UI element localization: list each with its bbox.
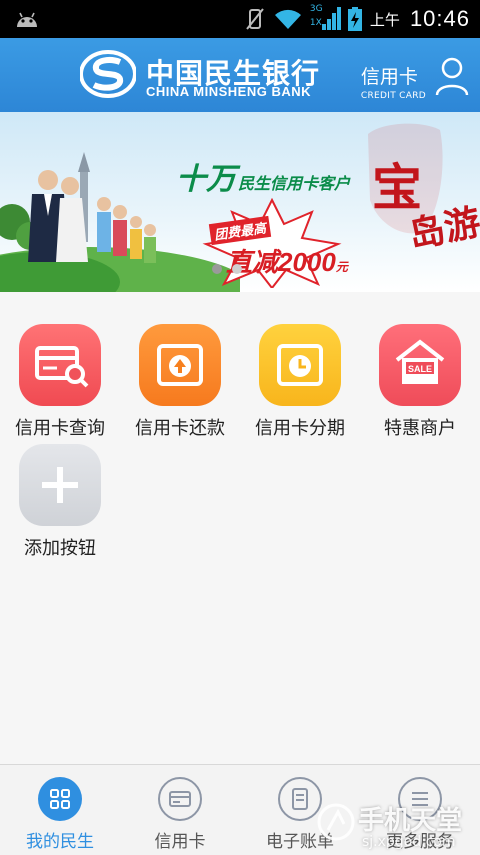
pagination-dot[interactable] bbox=[232, 264, 242, 274]
tile-label: 信用卡还款 bbox=[135, 418, 225, 439]
grid-icon bbox=[38, 777, 82, 821]
tile-add-button[interactable]: 添加按钮 bbox=[0, 444, 120, 560]
tile-card-installment[interactable]: 信用卡分期 bbox=[240, 324, 360, 440]
site-watermark: 手机天堂 sj.xpgod.com bbox=[316, 800, 476, 854]
banner-pagination bbox=[212, 264, 242, 274]
watermark-logo-icon bbox=[317, 803, 355, 841]
network-type: 3G bbox=[309, 4, 323, 14]
signal-icon bbox=[321, 7, 341, 30]
svg-text:SALE: SALE bbox=[408, 364, 432, 374]
minsheng-logo-icon bbox=[80, 50, 136, 98]
pagination-dot[interactable] bbox=[212, 264, 222, 274]
wifi-icon bbox=[274, 9, 301, 29]
card-search-icon bbox=[19, 324, 101, 406]
brand-name-en: CHINA MINSHENG BANK bbox=[146, 84, 312, 99]
banner-slogan: 十万 bbox=[176, 162, 236, 197]
watermark-line-1: 手机天堂 bbox=[358, 806, 463, 836]
nav-label: 我的民生 bbox=[26, 832, 94, 852]
android-icon bbox=[17, 12, 37, 27]
repay-upload-icon bbox=[139, 324, 221, 406]
status-bar: 3G 1X 上午 10:46 bbox=[0, 0, 480, 38]
plus-icon bbox=[19, 444, 101, 526]
section-title-en: CREDIT CARD bbox=[360, 91, 426, 101]
status-time: 10:46 bbox=[409, 6, 470, 31]
data-indicator: 1X bbox=[309, 18, 322, 28]
nav-my-minsheng[interactable]: 我的民生 bbox=[0, 765, 120, 855]
sale-shop-icon: SALE bbox=[379, 324, 461, 406]
tile-card-query[interactable]: 信用卡查询 bbox=[0, 324, 120, 440]
user-account-icon[interactable] bbox=[434, 56, 470, 96]
tile-label: 信用卡分期 bbox=[255, 418, 345, 439]
promo-unit: 元 bbox=[335, 260, 348, 274]
promo-line-2-text: 直减2000 bbox=[226, 247, 336, 277]
tile-label: 添加按钮 bbox=[24, 538, 96, 559]
tile-card-repay[interactable]: 信用卡还款 bbox=[120, 324, 240, 440]
card-icon bbox=[158, 777, 202, 821]
app-header: 中国民生银行 CHINA MINSHENG BANK 信用卡 CREDIT CA… bbox=[0, 38, 480, 112]
section-title: 信用卡 CREDIT CARD bbox=[361, 62, 426, 101]
battery-charging-icon bbox=[347, 7, 362, 31]
promo-line-2: 直减2000元 bbox=[226, 242, 348, 279]
watermark-line-2: sj.xpgod.com bbox=[362, 834, 456, 850]
installment-clock-icon bbox=[259, 324, 341, 406]
nav-label: 信用卡 bbox=[154, 832, 206, 852]
status-ampm: 上午 bbox=[369, 10, 400, 29]
tile-special-merchants[interactable]: SALE 特惠商户 bbox=[360, 324, 480, 440]
nav-credit-card[interactable]: 信用卡 bbox=[120, 765, 240, 855]
vibrate-muted-icon bbox=[246, 8, 264, 30]
section-title-cn: 信用卡 bbox=[360, 66, 418, 88]
tile-label: 特惠商户 bbox=[384, 418, 456, 439]
banner-slogan-rest: 民生信用卡客户 bbox=[238, 174, 351, 193]
tile-label: 信用卡查询 bbox=[15, 418, 105, 439]
signal-indicator: 3G 1X bbox=[309, 4, 341, 32]
